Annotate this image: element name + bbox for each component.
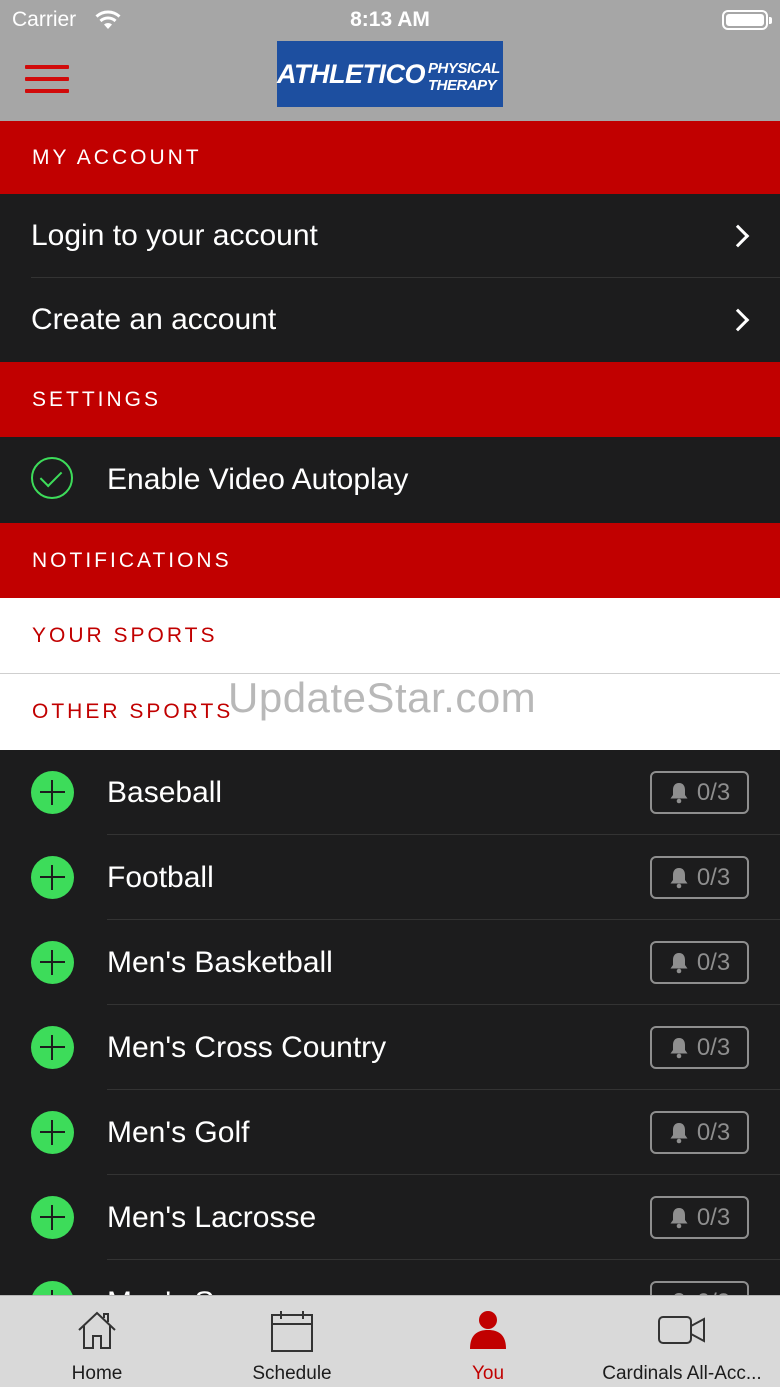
add-circle-icon[interactable] xyxy=(31,771,74,814)
home-icon xyxy=(78,1311,116,1349)
add-circle-icon[interactable] xyxy=(31,856,74,899)
add-circle-icon[interactable] xyxy=(31,1196,74,1239)
notification-count: 0/3 xyxy=(696,1203,731,1231)
sport-label: Men's Golf xyxy=(107,1116,250,1149)
login-row[interactable]: Login to your account xyxy=(0,194,780,278)
notification-badge[interactable]: 0/3 xyxy=(650,941,749,984)
logo-main-text: ATHLETICO xyxy=(277,58,425,89)
nav-bar: ATHLETICO PHYSICAL THERAPY xyxy=(0,40,780,121)
section-header-your-sports: YOUR SPORTS xyxy=(0,598,780,674)
tab-schedule[interactable]: Schedule xyxy=(217,1296,367,1387)
tab-label: Home xyxy=(71,1363,123,1384)
autoplay-label: Enable Video Autoplay xyxy=(107,463,409,496)
sport-row[interactable]: Men's Basketball 0/3 xyxy=(0,920,780,1005)
sport-row[interactable]: Baseball 0/3 xyxy=(0,750,780,835)
login-label: Login to your account xyxy=(31,219,318,252)
sport-label: Men's Basketball xyxy=(107,946,333,979)
video-camera-icon xyxy=(658,1316,705,1344)
add-circle-icon[interactable] xyxy=(31,1026,74,1069)
sport-label: Football xyxy=(107,861,214,894)
person-icon xyxy=(470,1311,506,1349)
add-circle-icon[interactable] xyxy=(31,941,74,984)
bell-icon xyxy=(670,1037,688,1058)
athletico-logo: ATHLETICO PHYSICAL THERAPY xyxy=(277,41,503,107)
status-time: 8:13 AM xyxy=(350,8,430,31)
notification-badge[interactable]: 0/3 xyxy=(650,856,749,899)
add-circle-icon[interactable] xyxy=(31,1111,74,1154)
notification-count: 0/3 xyxy=(696,1118,731,1146)
notification-count: 0/3 xyxy=(696,863,731,891)
section-header-notifications: NOTIFICATIONS xyxy=(0,523,780,598)
status-bar: Carrier 8:13 AM xyxy=(0,0,780,40)
notification-count: 0/3 xyxy=(696,778,731,806)
bell-icon xyxy=(670,1207,688,1228)
chevron-right-icon xyxy=(726,308,750,332)
video-autoplay-row[interactable]: Enable Video Autoplay xyxy=(0,437,780,523)
sport-row[interactable]: Football 0/3 xyxy=(0,835,780,920)
tab-label: You xyxy=(471,1363,505,1384)
bell-icon xyxy=(670,952,688,973)
notification-badge[interactable]: 0/3 xyxy=(650,1196,749,1239)
bell-icon xyxy=(670,1122,688,1143)
watermark: UpdateStar.com xyxy=(228,674,537,721)
notification-badge[interactable]: 0/3 xyxy=(650,771,749,814)
hamburger-menu-icon[interactable] xyxy=(25,65,69,93)
tab-home[interactable]: Home xyxy=(22,1296,172,1387)
notification-count: 0/3 xyxy=(696,1033,731,1061)
create-account-row[interactable]: Create an account xyxy=(0,278,780,362)
sport-row[interactable]: Men's Lacrosse 0/3 xyxy=(0,1175,780,1260)
notification-count: 0/3 xyxy=(696,948,731,976)
notification-badge[interactable]: 0/3 xyxy=(650,1026,749,1069)
sport-row[interactable]: Men's Cross Country 0/3 xyxy=(0,1005,780,1090)
section-header-my-account: MY ACCOUNT xyxy=(0,121,780,194)
battery-icon xyxy=(722,10,772,30)
create-account-label: Create an account xyxy=(31,303,277,336)
tab-you[interactable]: You xyxy=(413,1296,563,1387)
checkmark-circle-icon[interactable] xyxy=(31,457,73,499)
sport-label: Men's Lacrosse xyxy=(107,1201,317,1234)
calendar-icon xyxy=(271,1311,313,1352)
bell-icon xyxy=(670,867,688,888)
sport-row[interactable]: Men's Golf 0/3 xyxy=(0,1090,780,1175)
tab-label: Cardinals All-Acc... xyxy=(602,1363,762,1384)
chevron-right-icon xyxy=(726,224,750,248)
sport-label: Baseball xyxy=(107,776,223,809)
notification-badge[interactable]: 0/3 xyxy=(650,1111,749,1154)
logo-sub-text: PHYSICAL THERAPY xyxy=(427,60,500,94)
bell-icon xyxy=(670,782,688,803)
tab-cardinals-all-access[interactable]: Cardinals All-Acc... xyxy=(592,1296,772,1387)
section-header-settings: SETTINGS xyxy=(0,362,780,437)
sport-label: Men's Cross Country xyxy=(107,1031,387,1064)
tab-bar: Home Schedule You Cardinals All-Acc... xyxy=(0,1295,780,1387)
tab-label: Schedule xyxy=(252,1363,332,1384)
